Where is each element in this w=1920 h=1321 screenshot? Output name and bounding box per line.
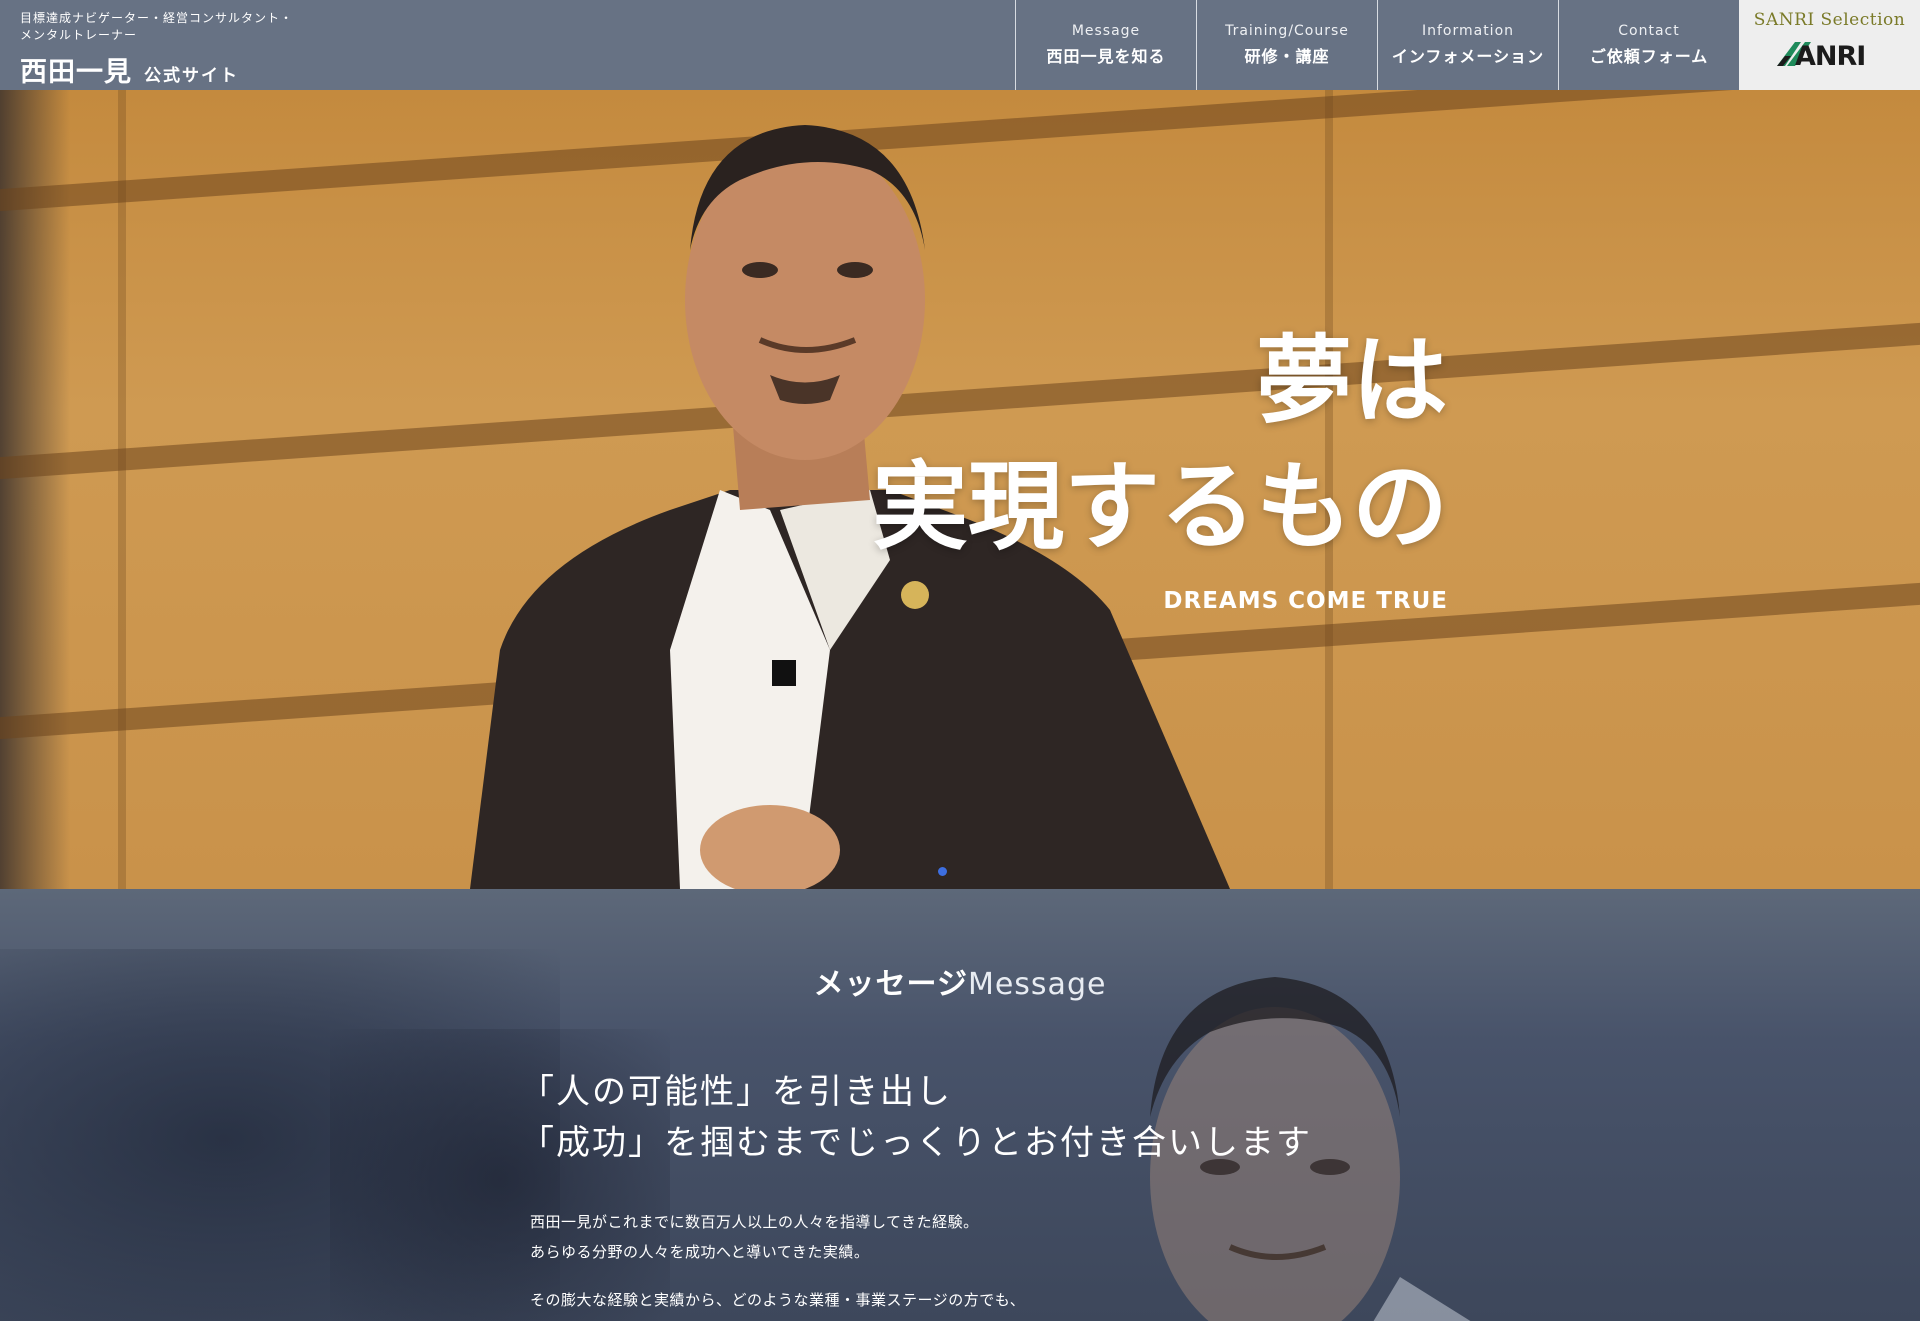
- nav-item-en: Message: [1071, 23, 1141, 39]
- message-heading-ja: メッセージ: [813, 967, 968, 1002]
- message-body-line2: あらゆる分野の人々を成功へと導いてきた実績。: [530, 1243, 870, 1261]
- message-body: 西田一見がこれまでに数百万人以上の人々を指導してきた経験。 あらゆる分野の人々を…: [530, 1207, 1025, 1321]
- sanri-selection-label: SANRI Selection: [1753, 10, 1906, 30]
- brand-subtitle-line2: メンタルトレーナー: [20, 28, 138, 42]
- site-brand[interactable]: 目標達成ナビゲーター・経営コンサルタント・ メンタルトレーナー 西田一見 公式サ…: [0, 0, 1015, 90]
- message-heading-en: Message: [967, 967, 1107, 1002]
- message-paragraph: 西田一見がこれまでに数百万人以上の人々を指導してきた経験。 あらゆる分野の人々を…: [530, 1207, 1025, 1267]
- wall-panel: [118, 90, 126, 889]
- brand-suffix: 公式サイト: [144, 66, 239, 86]
- nav-item-ja: インフォメーション: [1391, 47, 1545, 66]
- sanri-selection-link[interactable]: SANRI Selection ANRI: [1739, 0, 1920, 90]
- message-body-line1: 西田一見がこれまでに数百万人以上の人々を指導してきた経験。: [530, 1213, 979, 1231]
- nav-item-message[interactable]: Message 西田一見を知る: [1015, 0, 1196, 90]
- sanri-logo-icon: ANRI: [1776, 41, 1866, 68]
- hero-headline-line1: 夢は: [1256, 325, 1448, 437]
- message-lead-line1: 「人の可能性」を引き出し: [520, 1072, 952, 1112]
- nav-item-ja: 西田一見を知る: [1046, 47, 1166, 66]
- hero-tagline: DREAMS COME TRUE: [1163, 588, 1448, 614]
- nav-item-training[interactable]: Training/Course 研修・講座: [1196, 0, 1377, 90]
- brand-subtitle: 目標達成ナビゲーター・経営コンサルタント・ メンタルトレーナー: [20, 10, 1015, 44]
- brand-name: 西田一見: [20, 57, 132, 88]
- nav-item-ja: ご依頼フォーム: [1589, 47, 1709, 66]
- hero-headline-line2: 実現するもの: [872, 451, 1448, 563]
- nav-item-en: Contact: [1618, 23, 1680, 39]
- nav-item-ja: 研修・講座: [1244, 47, 1330, 66]
- brand-title: 西田一見 公式サイト: [20, 50, 1015, 89]
- nav-item-information[interactable]: Information インフォメーション: [1377, 0, 1558, 90]
- brand-subtitle-line1: 目標達成ナビゲーター・経営コンサルタント・: [20, 11, 294, 25]
- message-lead: 「人の可能性」を引き出し 「成功」を掴むまでじっくりとお付き合いします: [520, 1067, 1312, 1169]
- nav-item-en: Information: [1421, 23, 1515, 39]
- message-body-line3: その膨大な経験と実績から、どのような業種・事業ステージの方でも、: [530, 1291, 1026, 1309]
- site-header: 目標達成ナビゲーター・経営コンサルタント・ メンタルトレーナー 西田一見 公式サ…: [0, 0, 1920, 90]
- svg-text:ANRI: ANRI: [1795, 41, 1865, 68]
- message-paragraph: その膨大な経験と実績から、どのような業種・事業ステージの方でも、: [530, 1285, 1025, 1315]
- message-lead-line2: 「成功」を掴むまでじっくりとお付き合いします: [520, 1123, 1312, 1163]
- nav-item-en: Training/Course: [1225, 23, 1349, 39]
- hero-copy: 夢は 実現するもの DREAMS COME TRUE: [872, 318, 1448, 614]
- nav-item-contact[interactable]: Contact ご依頼フォーム: [1558, 0, 1739, 90]
- message-heading: メッセージMessage: [0, 959, 1920, 1003]
- main-nav: Message 西田一見を知る Training/Course 研修・講座 In…: [1015, 0, 1920, 90]
- slider-dot[interactable]: [938, 867, 947, 876]
- message-section: メッセージMessage 「人の可能性」を引き出し 「成功」を掴むまでじっくりと…: [0, 889, 1920, 1321]
- hero-section: 夢は 実現するもの DREAMS COME TRUE: [0, 90, 1920, 889]
